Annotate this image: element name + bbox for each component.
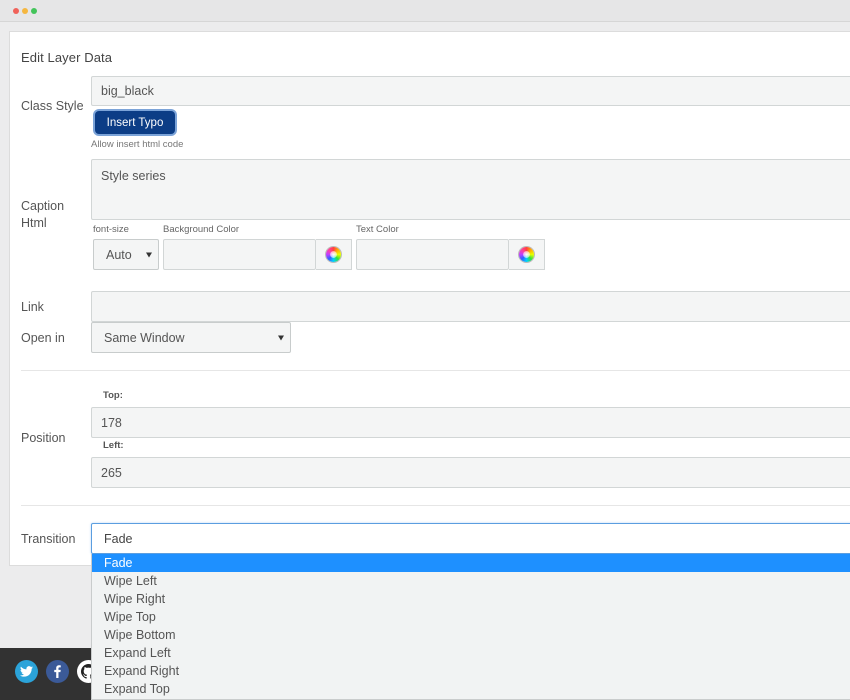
background-color-input[interactable] xyxy=(163,239,316,270)
transition-label: Transition xyxy=(21,532,76,546)
transition-option-wipe-top[interactable]: Wipe Top xyxy=(92,608,850,626)
transition-option-expand-right[interactable]: Expand Right xyxy=(92,662,850,680)
font-size-select[interactable]: Auto xyxy=(93,239,159,270)
position-top-value: 178 xyxy=(101,415,122,430)
section-divider xyxy=(21,505,850,506)
caption-html-textarea[interactable]: Style series xyxy=(91,159,850,220)
link-input[interactable] xyxy=(91,291,850,322)
edit-layer-panel: Edit Layer Data Class Style big_black In… xyxy=(9,31,850,566)
transition-option-wipe-left[interactable]: Wipe Left xyxy=(92,572,850,590)
close-window-button[interactable] xyxy=(13,8,19,14)
transition-option-wipe-right[interactable]: Wipe Right xyxy=(92,590,850,608)
background-color-picker-button[interactable] xyxy=(316,239,352,270)
position-top-input[interactable]: 178 xyxy=(91,407,850,438)
font-size-value: Auto xyxy=(106,247,132,262)
transition-value: Fade xyxy=(104,531,133,546)
class-style-label: Class Style xyxy=(21,99,84,113)
maximize-window-button[interactable] xyxy=(31,8,37,14)
class-style-input[interactable]: big_black xyxy=(91,76,850,106)
link-label: Link xyxy=(21,300,44,314)
position-top-label: Top: xyxy=(103,390,123,401)
insert-typo-button[interactable]: Insert Typo xyxy=(95,111,175,134)
chevron-down-icon xyxy=(146,252,152,257)
window-titlebar xyxy=(0,0,850,22)
position-left-label: Left: xyxy=(103,440,124,451)
open-in-value: Same Window xyxy=(104,330,185,345)
chevron-down-icon xyxy=(278,335,284,340)
transition-dropdown-list: Fade Wipe Left Wipe Right Wipe Top Wipe … xyxy=(91,554,850,700)
color-wheel-icon xyxy=(519,247,534,262)
position-left-value: 265 xyxy=(101,465,122,480)
facebook-icon[interactable] xyxy=(46,660,69,683)
panel-title: Edit Layer Data xyxy=(21,50,113,65)
section-divider xyxy=(21,370,850,371)
caption-html-value: Style series xyxy=(101,169,166,183)
transition-select[interactable]: Fade xyxy=(91,523,850,554)
font-size-label: font-size xyxy=(93,224,129,235)
caption-label-line1: Caption xyxy=(21,199,65,213)
caption-label-line2: Html xyxy=(21,216,47,230)
transition-option-wipe-bottom[interactable]: Wipe Bottom xyxy=(92,626,850,644)
open-in-label: Open in xyxy=(21,331,65,345)
position-left-input[interactable]: 265 xyxy=(91,457,850,488)
transition-option-expand-left[interactable]: Expand Left xyxy=(92,644,850,662)
text-color-input[interactable] xyxy=(356,239,509,270)
text-color-picker-button[interactable] xyxy=(509,239,545,270)
caption-html-label: Caption Html xyxy=(21,198,64,232)
twitter-icon[interactable] xyxy=(15,660,38,683)
footer-bar xyxy=(0,648,100,700)
position-label: Position xyxy=(21,431,66,445)
open-in-select[interactable]: Same Window xyxy=(91,322,291,353)
color-wheel-icon xyxy=(326,247,341,262)
text-color-label: Text Color xyxy=(356,224,399,235)
transition-option-fade[interactable]: Fade xyxy=(92,554,850,572)
background-color-label: Background Color xyxy=(163,224,240,235)
transition-option-expand-top[interactable]: Expand Top xyxy=(92,680,850,698)
minimize-window-button[interactable] xyxy=(22,8,28,14)
class-style-value: big_black xyxy=(101,84,154,98)
insert-html-help-text: Allow insert html code xyxy=(91,139,184,150)
